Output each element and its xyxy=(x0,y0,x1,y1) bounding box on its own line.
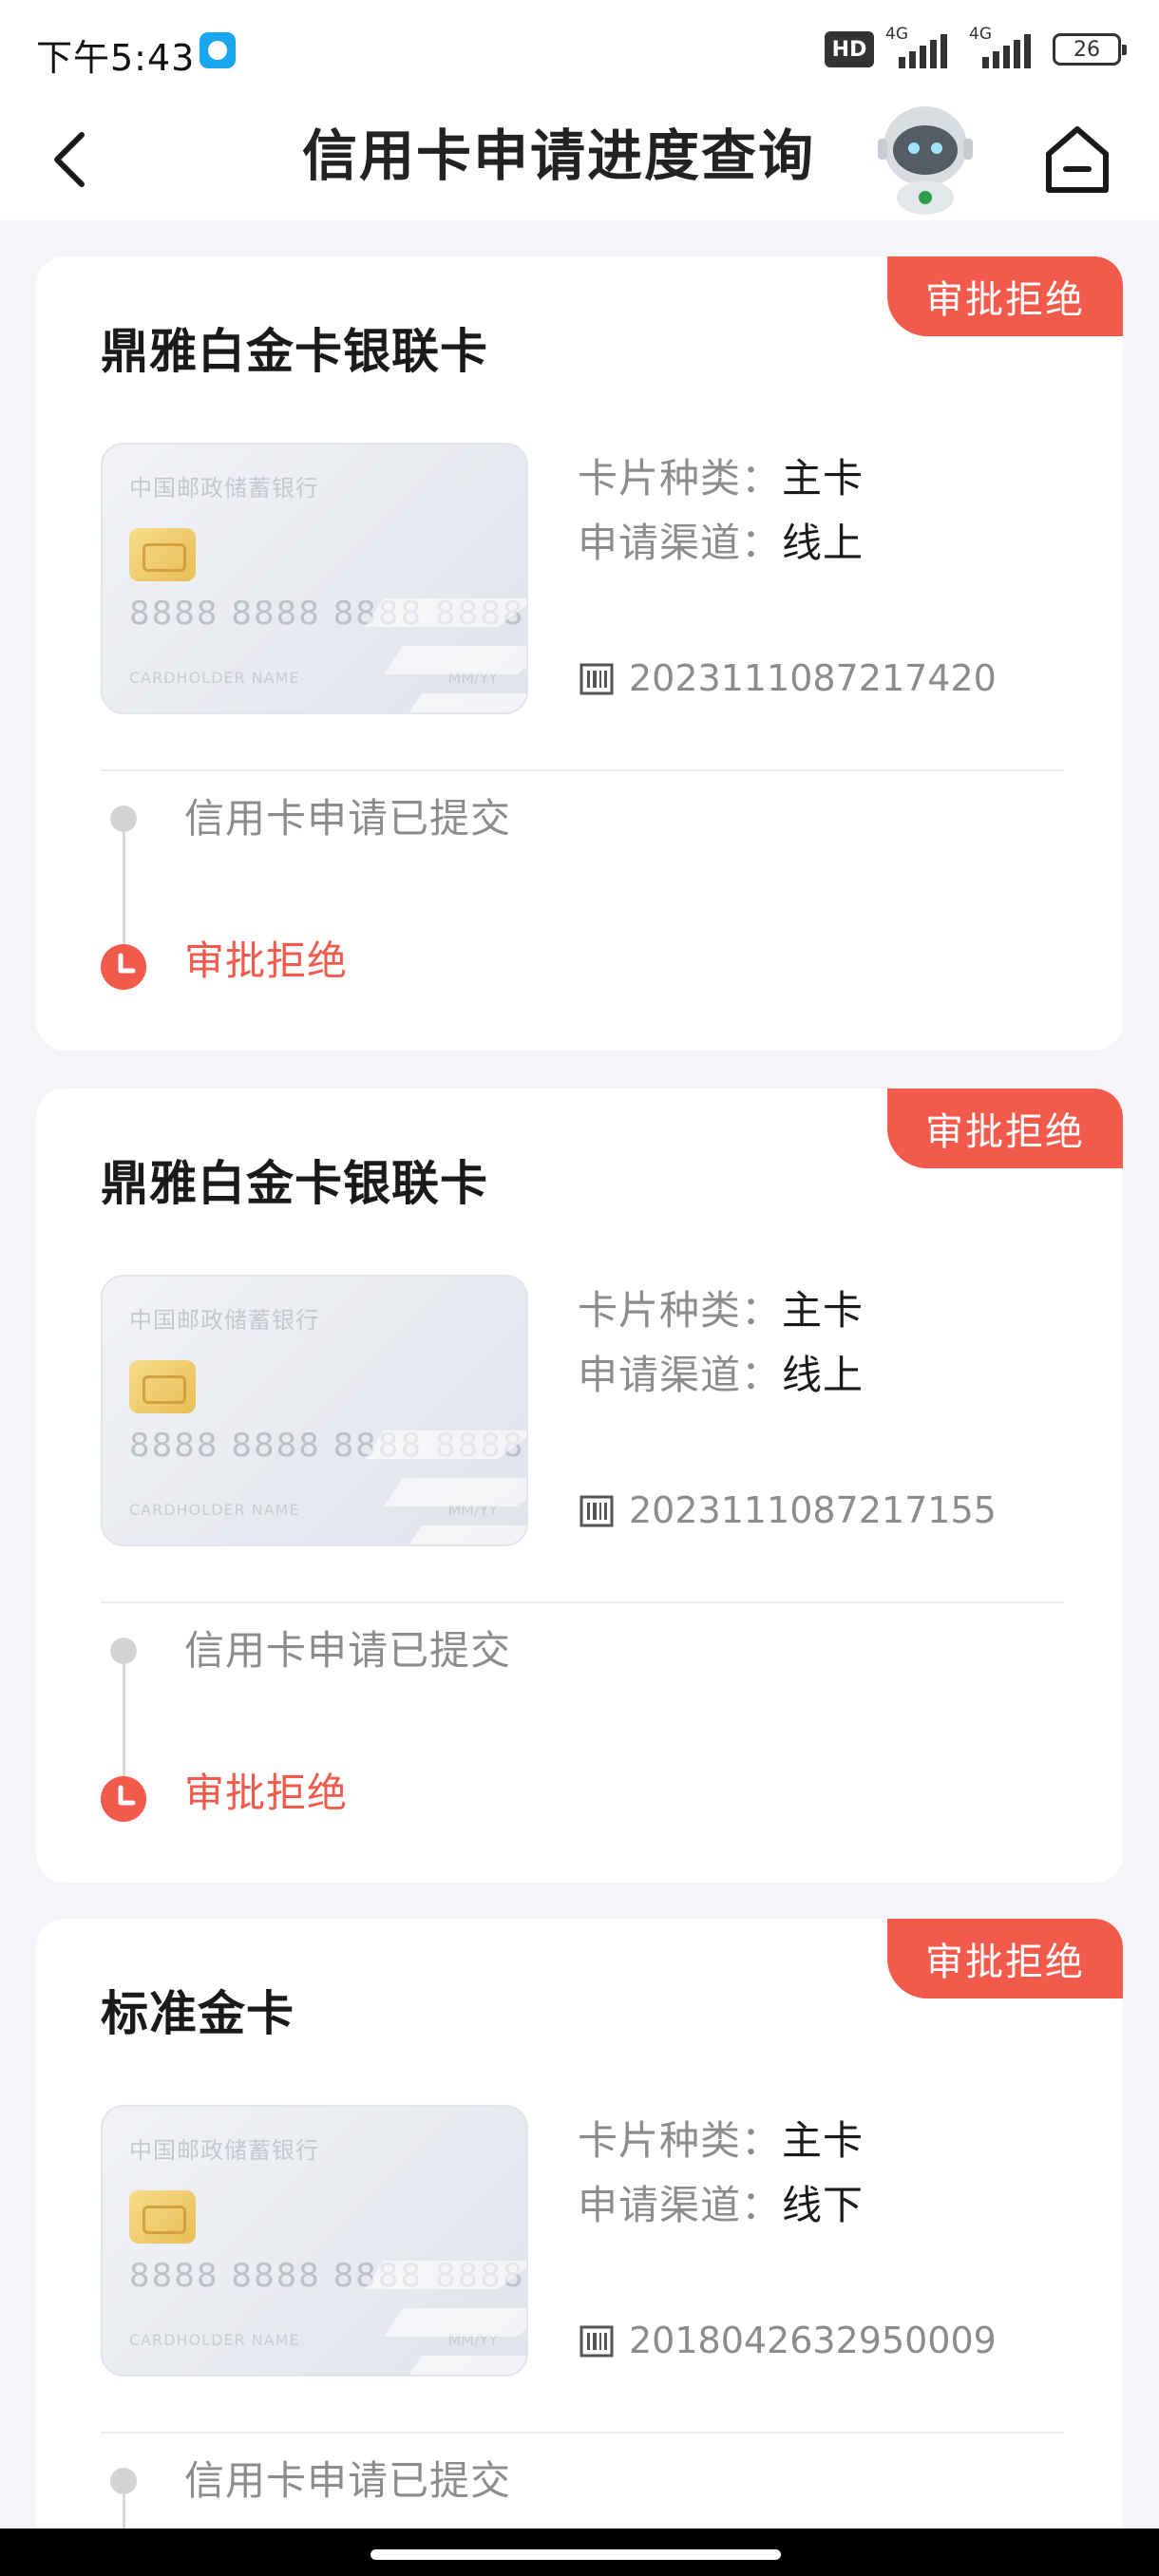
card-product-name: 标准金卡 xyxy=(101,1986,294,2041)
signal-icon: 4G xyxy=(885,25,958,70)
home-button[interactable] xyxy=(1039,120,1115,199)
channel-row: 申请渠道：线上 xyxy=(578,1349,864,1402)
divider xyxy=(101,2432,1064,2434)
chip-icon xyxy=(129,1360,196,1413)
card-bank-name: 中国邮政储蓄银行 xyxy=(129,475,319,502)
card-image: 中国邮政储蓄银行 8888 8888 8888 8888 CARDHOLDER … xyxy=(101,443,528,714)
status-indicators: HD 4G 4G 26 xyxy=(825,25,1127,70)
gesture-navigation-bar[interactable] xyxy=(0,2529,1159,2576)
card-type-label: 卡片种类： xyxy=(578,2117,783,2164)
card-type-row: 卡片种类：主卡 xyxy=(578,1284,864,1337)
bank-logo-watermark-icon xyxy=(365,2261,526,2375)
card-type-row: 卡片种类：主卡 xyxy=(578,452,864,505)
channel-label: 申请渠道： xyxy=(578,1352,783,1398)
clock-icon xyxy=(101,1776,146,1822)
signal-icon-2: 4G xyxy=(969,25,1041,70)
chip-icon xyxy=(129,528,196,581)
chip-icon xyxy=(129,2190,196,2244)
timeline-dot xyxy=(110,2468,137,2494)
timeline-step-submitted: 信用卡申请已提交 xyxy=(184,795,512,842)
timeline-step-submitted: 信用卡申请已提交 xyxy=(184,2457,512,2504)
clock-icon xyxy=(101,944,146,990)
status-time: 下午5:43 xyxy=(36,37,196,79)
card-bank-name: 中国邮政储蓄银行 xyxy=(129,2137,319,2164)
barcode-icon xyxy=(580,1495,614,1527)
card-holder-placeholder: CARDHOLDER NAME xyxy=(129,2331,300,2349)
battery-icon: 26 xyxy=(1053,33,1127,66)
channel-row: 申请渠道：线上 xyxy=(578,517,864,570)
card-image: 中国邮政储蓄银行 8888 8888 8888 8888 CARDHOLDER … xyxy=(101,2105,528,2377)
divider xyxy=(101,769,1064,771)
divider xyxy=(101,1601,1064,1603)
application-card[interactable]: 审批拒绝 鼎雅白金卡银联卡 中国邮政储蓄银行 8888 8888 8888 88… xyxy=(36,256,1123,1051)
page-header: 信用卡申请进度查询 xyxy=(0,99,1159,220)
card-type-row: 卡片种类：主卡 xyxy=(578,2114,864,2168)
channel-value: 线上 xyxy=(782,520,864,566)
timeline-line xyxy=(123,832,125,950)
hd-voice-icon: HD xyxy=(825,31,874,67)
application-card[interactable]: 审批拒绝 鼎雅白金卡银联卡 中国邮政储蓄银行 8888 8888 8888 88… xyxy=(36,1089,1123,1883)
card-bank-name: 中国邮政储蓄银行 xyxy=(129,1307,319,1334)
status-badge: 审批拒绝 xyxy=(887,256,1123,336)
timeline-line xyxy=(123,1664,125,1782)
status-badge: 审批拒绝 xyxy=(887,1089,1123,1168)
card-type-value: 主卡 xyxy=(782,2117,864,2164)
timeline-step-submitted: 信用卡申请已提交 xyxy=(184,1627,512,1674)
timeline-dot xyxy=(110,805,137,832)
card-holder-placeholder: CARDHOLDER NAME xyxy=(129,669,300,687)
card-type-label: 卡片种类： xyxy=(578,455,783,502)
channel-value: 线上 xyxy=(782,1352,864,1398)
card-type-value: 主卡 xyxy=(782,455,864,502)
card-type-value: 主卡 xyxy=(782,1287,864,1334)
home-icon xyxy=(1046,126,1109,193)
bank-logo-watermark-icon xyxy=(365,1430,526,1544)
card-type-label: 卡片种类： xyxy=(578,1287,783,1334)
timeline-step-rejected: 审批拒绝 xyxy=(184,938,349,984)
status-badge: 审批拒绝 xyxy=(887,1919,1123,1998)
barcode-icon xyxy=(580,663,614,695)
timeline-step-rejected: 审批拒绝 xyxy=(184,1770,349,1816)
card-product-name: 鼎雅白金卡银联卡 xyxy=(101,1156,488,1211)
assistant-robot-icon[interactable] xyxy=(872,99,978,215)
application-number: 2018042632950009 xyxy=(629,2320,997,2361)
card-product-name: 鼎雅白金卡银联卡 xyxy=(101,324,488,379)
timeline-dot xyxy=(110,1638,137,1664)
bank-logo-watermark-icon xyxy=(365,598,526,712)
channel-value: 线下 xyxy=(782,2182,864,2228)
card-holder-placeholder: CARDHOLDER NAME xyxy=(129,1501,300,1519)
barcode-icon xyxy=(580,2325,614,2358)
app-notification-icon xyxy=(200,32,236,68)
status-bar: 下午5:43 HD 4G 4G 26 xyxy=(0,0,1159,99)
application-card[interactable]: 审批拒绝 标准金卡 中国邮政储蓄银行 8888 8888 8888 8888 C… xyxy=(36,1919,1123,2576)
application-number: 2023111087217155 xyxy=(629,1489,997,1531)
channel-label: 申请渠道： xyxy=(578,520,783,566)
card-image: 中国邮政储蓄银行 8888 8888 8888 8888 CARDHOLDER … xyxy=(101,1275,528,1546)
application-number: 2023111087217420 xyxy=(629,657,997,699)
channel-row: 申请渠道：线下 xyxy=(578,2179,864,2232)
channel-label: 申请渠道： xyxy=(578,2182,783,2228)
